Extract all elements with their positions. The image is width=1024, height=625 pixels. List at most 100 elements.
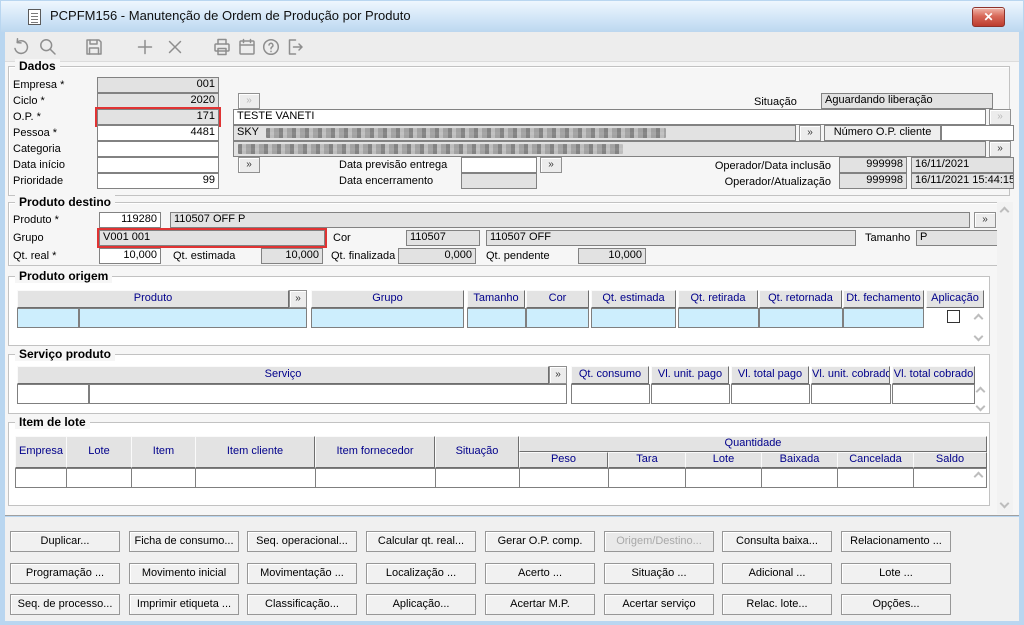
- table-scroll-up-icon[interactable]: [973, 313, 984, 324]
- row-cell[interactable]: [315, 468, 436, 488]
- relac-lote-button[interactable]: Relac. lote...: [722, 594, 832, 615]
- col-item-cliente[interactable]: Item cliente: [195, 436, 315, 468]
- row-cell[interactable]: [17, 384, 89, 404]
- delete-icon[interactable]: [165, 37, 185, 57]
- produto-origem-lookup-button[interactable]: »: [289, 290, 307, 308]
- grupo-field[interactable]: V001 001: [99, 230, 325, 246]
- acertar-servico-button[interactable]: Acertar serviço: [604, 594, 714, 615]
- help-icon[interactable]: [261, 37, 281, 57]
- print-icon[interactable]: [212, 37, 232, 57]
- situacao-button[interactable]: Situação ...: [604, 563, 714, 584]
- col-item-fornecedor[interactable]: Item fornecedor: [315, 436, 435, 468]
- col-baixada[interactable]: Baixada: [761, 452, 838, 468]
- row-cell[interactable]: [15, 468, 67, 488]
- row-cell[interactable]: [571, 384, 650, 404]
- row-cell[interactable]: [843, 308, 924, 328]
- adicional-button[interactable]: Adicional ...: [722, 563, 832, 584]
- aplicacao-button[interactable]: Aplicação...: [366, 594, 476, 615]
- title-bar[interactable]: PCPFM156 - Manutenção de Ordem de Produç…: [1, 1, 1023, 32]
- col-cancelada[interactable]: Cancelada: [837, 452, 914, 468]
- col-vl-total-pago[interactable]: Vl. total pago: [731, 366, 809, 384]
- scroll-down-icon[interactable]: [999, 498, 1010, 509]
- row-cell[interactable]: [651, 384, 730, 404]
- data-previsao-calendar-button[interactable]: »: [540, 157, 562, 173]
- calcular-qt-real-button[interactable]: Calcular qt. real...: [366, 531, 476, 552]
- consulta-baixa-button[interactable]: Consulta baixa...: [722, 531, 832, 552]
- add-icon[interactable]: [135, 37, 155, 57]
- categoria-field[interactable]: [97, 141, 219, 157]
- col-grupo[interactable]: Grupo: [311, 290, 464, 308]
- row-cell[interactable]: [526, 308, 589, 328]
- col-dt-fechamento[interactable]: Dt. fechamento: [843, 290, 924, 308]
- gerar-op-comp-button[interactable]: Gerar O.P. comp.: [485, 531, 595, 552]
- col-vl-total-cobrado[interactable]: Vl. total cobrado: [892, 366, 975, 384]
- produto-lookup-button[interactable]: »: [974, 212, 996, 228]
- row-cell[interactable]: [89, 384, 567, 404]
- imprimir-etiqueta-button[interactable]: Imprimir etiqueta ...: [129, 594, 239, 615]
- table-scroll-up-icon[interactable]: [975, 386, 986, 397]
- relacionamento-button[interactable]: Relacionamento ...: [841, 531, 951, 552]
- col-peso[interactable]: Peso: [519, 452, 608, 468]
- produto-field[interactable]: 119280: [99, 212, 161, 228]
- data-inicio-field[interactable]: [97, 157, 219, 173]
- table-scroll-down-icon[interactable]: [975, 401, 986, 412]
- ficha-de-consumo-button[interactable]: Ficha de consumo...: [129, 531, 239, 552]
- col-aplicacao[interactable]: Aplicação: [926, 290, 984, 308]
- undo-icon[interactable]: [11, 37, 31, 57]
- acertar-mp-button[interactable]: Acertar M.P.: [485, 594, 595, 615]
- col-cor[interactable]: Cor: [526, 290, 589, 308]
- row-cell[interactable]: [685, 468, 763, 488]
- servico-lookup-button[interactable]: »: [549, 366, 567, 384]
- seq-operacional-button[interactable]: Seq. operacional...: [247, 531, 357, 552]
- vertical-scrollbar[interactable]: [997, 202, 1013, 514]
- row-cell[interactable]: [435, 468, 520, 488]
- row-cell[interactable]: [892, 384, 975, 404]
- row-cell[interactable]: [759, 308, 843, 328]
- row-cell[interactable]: [311, 308, 464, 328]
- col-lote-qt[interactable]: Lote: [685, 452, 762, 468]
- qt-real-field[interactable]: 10,000: [99, 248, 161, 264]
- row-cell[interactable]: [731, 384, 810, 404]
- row-cell[interactable]: [79, 308, 307, 328]
- aplicacao-checkbox[interactable]: [947, 310, 960, 323]
- programacao-button[interactable]: Programação ...: [10, 563, 120, 584]
- col-tamanho[interactable]: Tamanho: [467, 290, 525, 308]
- op-field[interactable]: 171: [97, 109, 219, 125]
- row-cell[interactable]: [591, 308, 676, 328]
- row-cell[interactable]: [761, 468, 839, 488]
- search-icon[interactable]: [38, 37, 58, 57]
- pessoa-lookup-button[interactable]: »: [799, 125, 821, 141]
- classificacao-button[interactable]: Classificação...: [247, 594, 357, 615]
- save-icon[interactable]: [84, 37, 104, 57]
- col-servico[interactable]: Serviço: [17, 366, 549, 384]
- exit-icon[interactable]: [285, 37, 305, 57]
- prioridade-field[interactable]: 99: [97, 173, 219, 189]
- calendar-icon[interactable]: [237, 37, 257, 57]
- seq-de-processo-button[interactable]: Seq. de processo...: [10, 594, 120, 615]
- movimentacao-button[interactable]: Movimentação ...: [247, 563, 357, 584]
- numero-op-cliente-field[interactable]: [941, 125, 1014, 141]
- lote-button[interactable]: Lote ...: [841, 563, 951, 584]
- op-desc-field[interactable]: TESTE VANETI: [233, 109, 986, 125]
- col-item[interactable]: Item: [131, 436, 196, 468]
- col-empresa[interactable]: Empresa: [15, 436, 67, 468]
- row-cell[interactable]: [678, 308, 759, 328]
- col-qt-consumo[interactable]: Qt. consumo: [571, 366, 649, 384]
- row-cell[interactable]: [195, 468, 316, 488]
- opcoes-button[interactable]: Opções...: [841, 594, 951, 615]
- col-situacao[interactable]: Situação: [435, 436, 519, 468]
- col-tara[interactable]: Tara: [608, 452, 686, 468]
- scroll-up-icon[interactable]: [999, 206, 1010, 217]
- table-scroll-down-icon[interactable]: [973, 331, 984, 342]
- col-produto[interactable]: Produto: [17, 290, 289, 308]
- row-cell[interactable]: [131, 468, 196, 488]
- row-cell[interactable]: [17, 308, 79, 328]
- data-previsao-field[interactable]: [461, 157, 537, 173]
- acerto-button[interactable]: Acerto ...: [485, 563, 595, 584]
- row-cell[interactable]: [837, 468, 915, 488]
- col-qt-retornada[interactable]: Qt. retornada: [759, 290, 842, 308]
- row-cell[interactable]: [811, 384, 891, 404]
- close-button[interactable]: ✕: [972, 7, 1005, 27]
- row-cell[interactable]: [608, 468, 687, 488]
- col-lote[interactable]: Lote: [66, 436, 132, 468]
